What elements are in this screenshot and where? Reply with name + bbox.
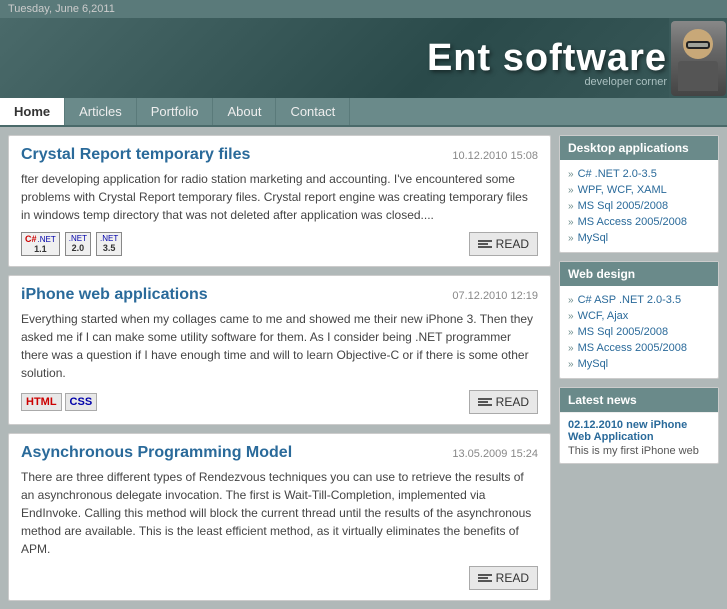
sidebar-link-label: MySql [578,358,609,370]
read-button-1[interactable]: READ [469,232,538,256]
article-title[interactable]: iPhone web applications [21,286,208,304]
sidebar-link[interactable]: » MS Access 2005/2008 [568,214,710,230]
sidebar-link[interactable]: » MS Sql 2005/2008 [568,324,710,340]
arrow-icon: » [568,359,574,370]
avatar-head [683,29,713,59]
article-header: Crystal Report temporary files 10.12.201… [21,146,538,164]
article-header: Asynchronous Programming Model 13.05.200… [21,444,538,462]
sidebar-desktop-apps-content: » C# .NET 2.0-3.5 » WPF, WCF, XAML » MS … [560,160,718,252]
latest-news-desc: This is my first iPhone web [568,445,710,457]
avatar-glasses [686,41,710,49]
sidebar-link[interactable]: » WPF, WCF, XAML [568,182,710,198]
nav-item-home[interactable]: Home [0,98,65,125]
read-button-3[interactable]: READ [469,566,538,590]
article-date: 13.05.2009 15:24 [452,448,538,460]
article-tags: HTML CSS [21,393,97,411]
read-icon [478,574,492,582]
tag-net35: .NET 3.5 [96,232,122,256]
arrow-icon: » [568,327,574,338]
date-label: Tuesday, June 6,2011 [8,3,115,15]
latest-news-item: 02.12.2010 new iPhone Web Application Th… [560,412,718,463]
tag-html: HTML [21,393,62,411]
nav-item-articles[interactable]: Articles [65,98,137,125]
arrow-icon: » [568,185,574,196]
read-label: READ [496,237,529,251]
article-title[interactable]: Asynchronous Programming Model [21,444,292,462]
article-date: 07.12.2010 12:19 [452,290,538,302]
sidebar-link-label: MySql [578,232,609,244]
header: Ent software developer corner [0,18,727,98]
top-bar: Tuesday, June 6,2011 [0,0,727,18]
article-card: Crystal Report temporary files 10.12.201… [8,135,551,267]
arrow-icon: » [568,233,574,244]
sidebar-link-label: MS Access 2005/2008 [578,216,687,228]
latest-news-date[interactable]: 02.12.2010 new iPhone Web Application [568,419,710,443]
article-body: fter developing application for radio st… [21,170,538,224]
avatar-body [678,61,718,91]
sidebar-web-design: Web design » C# ASP .NET 2.0-3.5 » WCF, … [559,261,719,379]
tag-cs-net11: C#.NET 1.1 [21,232,60,256]
sidebar: Desktop applications » C# .NET 2.0-3.5 »… [559,135,719,601]
article-footer: C#.NET 1.1 .NET 2.0 .NET 3.5 [21,232,538,256]
sidebar-desktop-apps: Desktop applications » C# .NET 2.0-3.5 »… [559,135,719,253]
articles-column: Crystal Report temporary files 10.12.201… [8,135,551,601]
site-title: Ent software [427,37,667,80]
nav-item-contact[interactable]: Contact [276,98,350,125]
sidebar-latest-news: Latest news 02.12.2010 new iPhone Web Ap… [559,387,719,464]
sidebar-link[interactable]: » MS Access 2005/2008 [568,340,710,356]
sidebar-link-label: MS Access 2005/2008 [578,342,687,354]
sidebar-link-label: MS Sql 2005/2008 [578,326,669,338]
tag-css: CSS [65,393,98,411]
article-title[interactable]: Crystal Report temporary files [21,146,250,164]
sidebar-link[interactable]: » C# ASP .NET 2.0-3.5 [568,292,710,308]
sidebar-web-design-content: » C# ASP .NET 2.0-3.5 » WCF, Ajax » MS S… [560,286,718,378]
sidebar-link-label: WPF, WCF, XAML [578,184,667,196]
sidebar-latest-news-title: Latest news [560,388,718,412]
sidebar-link[interactable]: » MySql [568,230,710,246]
sidebar-link-label: C# .NET 2.0-3.5 [578,168,657,180]
read-button-2[interactable]: READ [469,390,538,414]
arrow-icon: » [568,201,574,212]
article-header: iPhone web applications 07.12.2010 12:19 [21,286,538,304]
arrow-icon: » [568,295,574,306]
article-footer: HTML CSS READ [21,390,538,414]
arrow-icon: » [568,217,574,228]
main-content: Crystal Report temporary files 10.12.201… [0,127,727,609]
sidebar-web-design-title: Web design [560,262,718,286]
sidebar-link[interactable]: » MySql [568,356,710,372]
read-icon [478,240,492,248]
arrow-icon: » [568,169,574,180]
sidebar-link[interactable]: » WCF, Ajax [568,308,710,324]
article-tags: C#.NET 1.1 .NET 2.0 .NET 3.5 [21,232,124,256]
nav-item-portfolio[interactable]: Portfolio [137,98,214,125]
read-icon [478,398,492,406]
article-footer: READ [21,566,538,590]
tag-net20: .NET 2.0 [65,232,91,256]
arrow-icon: » [568,343,574,354]
sidebar-link-label: WCF, Ajax [578,310,629,322]
arrow-icon: » [568,311,574,322]
main-nav: Home Articles Portfolio About Contact [0,98,727,127]
sidebar-link[interactable]: » C# .NET 2.0-3.5 [568,166,710,182]
read-label: READ [496,571,529,585]
article-card: iPhone web applications 07.12.2010 12:19… [8,275,551,425]
site-subtitle: developer corner [584,76,667,88]
article-date: 10.12.2010 15:08 [452,150,538,162]
article-card: Asynchronous Programming Model 13.05.200… [8,433,551,601]
sidebar-desktop-apps-title: Desktop applications [560,136,718,160]
read-label: READ [496,395,529,409]
article-body: Everything started when my collages came… [21,310,538,382]
sidebar-link-label: C# ASP .NET 2.0-3.5 [578,294,682,306]
sidebar-link-label: MS Sql 2005/2008 [578,200,669,212]
nav-item-about[interactable]: About [213,98,276,125]
avatar-image [671,21,726,96]
sidebar-link[interactable]: » MS Sql 2005/2008 [568,198,710,214]
avatar [669,18,727,98]
